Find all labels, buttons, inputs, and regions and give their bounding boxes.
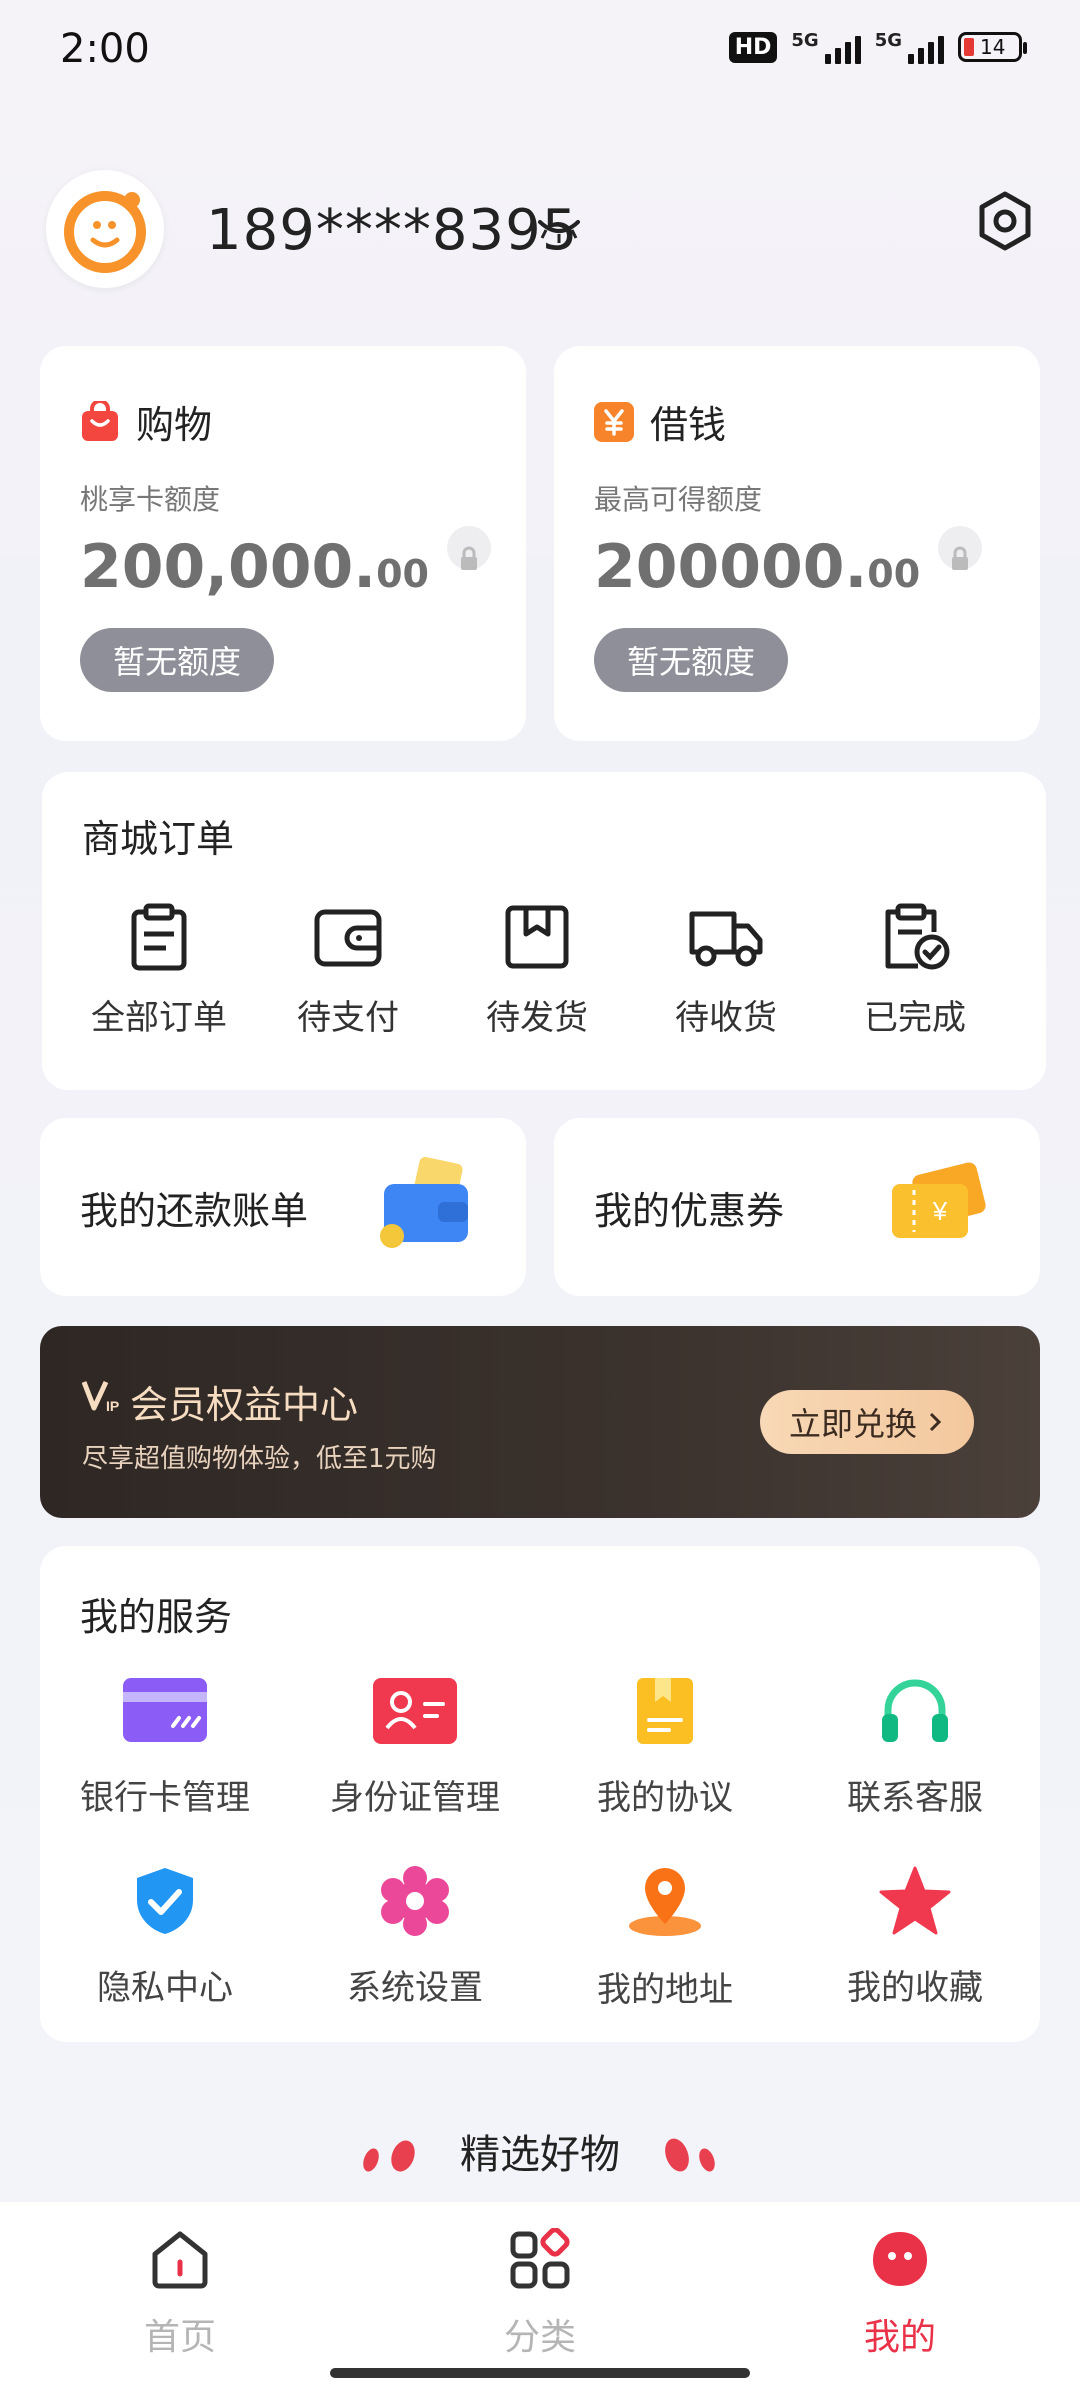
box-icon: [505, 905, 569, 969]
svg-text:IP: IP: [106, 1398, 119, 1414]
service-privacy-center[interactable]: 隐私中心: [40, 1866, 290, 2009]
order-all[interactable]: 全部订单: [64, 902, 254, 1039]
coupons-card[interactable]: 我的优惠券 ¥: [554, 1118, 1040, 1296]
vip-banner[interactable]: IP 会员权益中心 尽享超值购物体验，低至1元购 立即兑换: [40, 1326, 1040, 1518]
credit-title: 购物: [136, 403, 213, 447]
service-favorites[interactable]: 我的收藏: [790, 1866, 1040, 2009]
order-pending-payment[interactable]: 待支付: [253, 902, 443, 1039]
battery-icon: 14: [958, 32, 1027, 62]
svg-text:¥: ¥: [932, 1196, 948, 1226]
vip-subtitle: 尽享超值购物体验，低至1元购: [82, 1444, 437, 1474]
completed-icon: [885, 903, 950, 970]
orders-title: 商城订单: [82, 817, 235, 861]
services-card: 我的服务 银行卡管理 身份证管理 我的协议 联系客服 隐私中心 系统设置 我的地…: [40, 1546, 1040, 2042]
wallet-icon: [314, 909, 382, 967]
redeem-now-button[interactable]: 立即兑换: [760, 1390, 974, 1454]
lock-icon: [938, 526, 983, 570]
status-icons: HD 5G 5G 14: [728, 30, 1027, 64]
order-pending-receipt[interactable]: 待收货: [631, 902, 821, 1039]
mine-icon: [873, 2232, 927, 2286]
settings-icon[interactable]: [974, 190, 1036, 252]
signal-icon: 5G: [791, 30, 861, 64]
orders-card: 商城订单 全部订单 待支付 待发货 待收货 已完成: [42, 772, 1046, 1090]
service-address[interactable]: 我的地址: [540, 1866, 790, 2011]
id-card-icon: [373, 1678, 457, 1744]
tab-category[interactable]: 分类: [440, 2227, 640, 2360]
credit-amount: 200,000. 00: [80, 526, 491, 602]
services-title: 我的服务: [80, 1595, 233, 1639]
signal-icon: 5G: [875, 30, 944, 64]
credit-title: 借钱: [650, 403, 727, 447]
order-completed[interactable]: 已完成: [820, 902, 1010, 1039]
credit-subtitle: 桃享卡额度: [80, 483, 221, 516]
repayment-bill-card[interactable]: 我的还款账单: [40, 1118, 526, 1296]
service-bank-card[interactable]: 银行卡管理: [40, 1676, 290, 1819]
service-customer-service[interactable]: 联系客服: [790, 1676, 1040, 1819]
order-pending-shipment[interactable]: 待发货: [442, 902, 632, 1039]
bill-wallet-icon: [380, 1156, 468, 1248]
headset-icon: [882, 1679, 948, 1742]
service-id-card[interactable]: 身份证管理: [290, 1676, 540, 1819]
settings-flower-icon: [381, 1866, 449, 1936]
home-indicator: [330, 2368, 750, 2378]
credit-subtitle: 最高可得额度: [594, 483, 763, 516]
agreement-icon: [637, 1678, 693, 1744]
eye-closed-icon[interactable]: [536, 210, 582, 250]
phone-number: 189****8395: [206, 198, 579, 263]
profile-header: 189****8395: [46, 170, 1036, 290]
tab-mine[interactable]: 我的: [800, 2228, 1000, 2360]
tab-home[interactable]: 首页: [80, 2228, 280, 2360]
hd-badge: HD: [728, 31, 778, 63]
clipboard-icon: [131, 903, 187, 971]
yuan-icon: [594, 401, 634, 442]
home-icon: [152, 2231, 208, 2289]
vip-badge-icon: IP: [82, 1380, 119, 1414]
bank-card-icon: [123, 1678, 207, 1742]
promo-label: 我的还款账单: [80, 1189, 309, 1233]
service-system-settings[interactable]: 系统设置: [290, 1866, 540, 2009]
service-agreement[interactable]: 我的协议: [540, 1676, 790, 1819]
shopping-bag-icon: [82, 400, 118, 441]
no-credit-button[interactable]: 暂无额度: [80, 628, 274, 692]
chevron-right-icon: [929, 1412, 942, 1432]
featured-title: 精选好物: [460, 2132, 620, 2178]
lock-icon: [446, 526, 491, 570]
promo-label: 我的优惠券: [594, 1189, 785, 1233]
credit-amount: 200000. 00: [594, 526, 983, 602]
truck-icon: [689, 911, 763, 967]
coupon-icon: ¥: [892, 1162, 986, 1238]
status-bar: 2:00 HD 5G 5G 14: [0, 0, 1080, 100]
category-icon: [510, 2227, 570, 2289]
borrow-credit-card[interactable]: 借钱 最高可得额度 200000. 00 暂无额度: [554, 346, 1040, 741]
status-time: 2:00: [60, 26, 150, 72]
star-icon: [879, 1866, 951, 1935]
shopping-credit-card[interactable]: 购物 桃享卡额度 200,000. 00 暂无额度: [40, 346, 526, 741]
shield-icon: [137, 1868, 193, 1934]
avatar[interactable]: [46, 170, 164, 288]
location-pin-icon: [629, 1868, 701, 1936]
no-credit-button[interactable]: 暂无额度: [594, 628, 788, 692]
vip-title: 会员权益中心: [130, 1383, 359, 1427]
